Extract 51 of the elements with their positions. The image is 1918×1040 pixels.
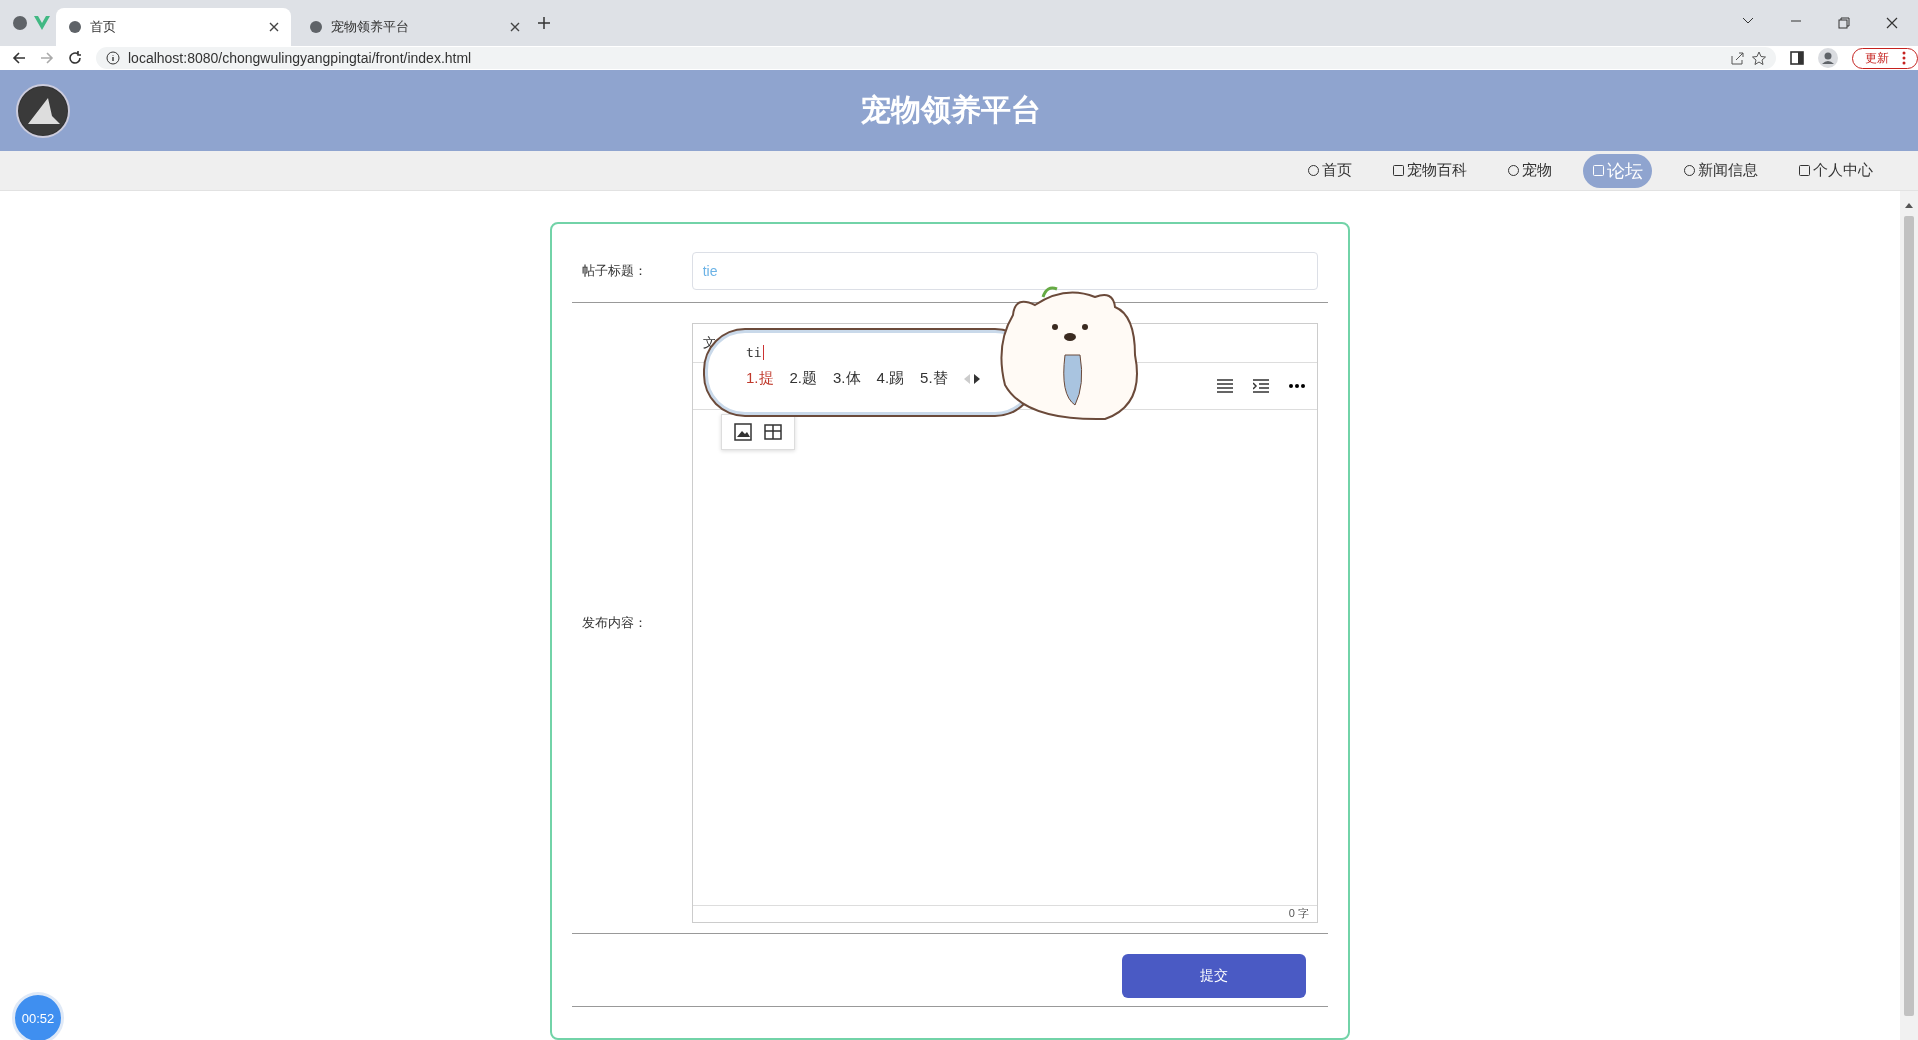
nav-link[interactable]: 新闻信息 [1674,156,1767,185]
timer-text: 00:52 [21,1010,55,1026]
ime-candidate[interactable]: 1.提 [746,369,774,388]
image-icon[interactable] [733,423,752,441]
nav-link[interactable]: 个人中心 [1789,156,1882,185]
nav-icon [1683,164,1696,177]
caret-up-icon[interactable] [1905,203,1913,208]
restore-icon[interactable] [1838,17,1850,29]
nav-link[interactable]: 宠物百科 [1383,156,1476,185]
char-count: 0 字 [1288,906,1309,921]
ime-candidate[interactable]: 4.踢 [876,369,905,388]
indent-icon[interactable] [1253,379,1269,393]
profile-icon[interactable] [1818,48,1838,68]
plus-icon[interactable] [538,17,550,29]
browser-tab[interactable]: 首页 [56,8,291,46]
ime-candidate[interactable]: 3.体 [833,369,861,388]
browser-tab[interactable]: 宠物领养平台 [297,8,532,46]
nav-icon [1507,164,1520,177]
star-icon[interactable] [1752,51,1766,65]
nav-link[interactable]: 宠物 [1498,156,1561,185]
update-button[interactable]: 更新 [1852,47,1918,69]
nav-icon [1592,164,1605,177]
share-icon[interactable] [1730,51,1744,65]
minimize-icon[interactable] [1790,17,1802,25]
submit-button[interactable]: 提交 [1122,954,1306,998]
table-icon[interactable] [763,423,782,441]
close-icon[interactable] [510,22,520,32]
scrollbar[interactable] [1900,191,1918,1040]
logo-icon[interactable] [16,83,70,138]
url-text[interactable]: localhost:8080/chongwulingyangpingtai/front/index.html [128,50,472,66]
back-icon[interactable] [12,51,26,65]
field-label: 发布内容： [582,614,648,632]
nav-icon [1392,164,1405,177]
kebab-menu-icon[interactable] [1902,51,1906,65]
nav-icon [1307,164,1320,177]
page-arrows-icon[interactable] [963,373,980,384]
scrollbar-thumb[interactable] [1904,216,1914,1016]
nav-link[interactable]: 首页 [1298,156,1361,185]
ime-candidate[interactable]: 5.替 [920,369,948,388]
align-icon[interactable] [1217,379,1233,393]
site-title: 宠物领养平台 [860,92,1042,128]
sidebar-icon[interactable] [1790,51,1804,65]
nav-icon [1798,164,1811,177]
info-icon[interactable] [106,51,120,65]
close-icon[interactable] [269,22,279,32]
ime-candidate[interactable]: 2.题 [789,369,818,388]
close-icon[interactable] [1886,17,1898,29]
chevron-down-icon[interactable] [1742,17,1754,25]
more-icon[interactable] [1289,384,1305,388]
field-label: 帖子标题： [582,262,648,280]
reload-icon[interactable] [68,51,82,65]
